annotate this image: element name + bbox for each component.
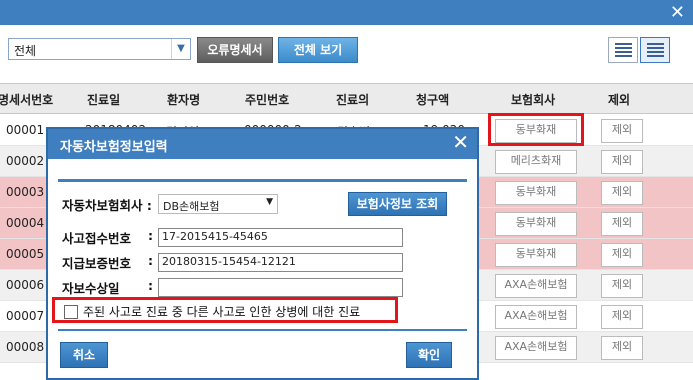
insurer-query-button[interactable]: 보험사정보 조회 bbox=[348, 192, 447, 216]
colon: : bbox=[148, 278, 153, 293]
cell-no: 00005 bbox=[6, 247, 45, 261]
exclude-button[interactable]: 제외 bbox=[601, 274, 643, 298]
filter-select[interactable]: 전체 ▼ bbox=[8, 38, 191, 60]
error-statement-button[interactable]: 오류명세서 bbox=[197, 37, 273, 63]
cell-no: 00008 bbox=[6, 340, 45, 354]
loss-date-label: 자보수상일 bbox=[62, 281, 120, 296]
auto-insurance-dialog: 자동차보험정보입력 ✕ 자동차보험회사 : DB손해보험 ▼ 보험사정보 조회 … bbox=[46, 127, 479, 380]
exclude-button[interactable]: 제외 bbox=[601, 243, 643, 267]
dialog-title-bar: 자동차보험정보입력 ✕ bbox=[48, 129, 477, 159]
insurer-button[interactable]: 동부화재 bbox=[495, 243, 577, 267]
window-close-icon[interactable]: ✕ bbox=[670, 2, 685, 23]
chevron-down-icon[interactable]: ▼ bbox=[171, 39, 190, 59]
insurer-button[interactable]: 메리츠화재 bbox=[495, 150, 577, 174]
exclude-button[interactable]: 제외 bbox=[601, 212, 643, 236]
exclude-button[interactable]: 제외 bbox=[601, 305, 643, 329]
insurer-select-value: DB손해보험 bbox=[163, 200, 220, 213]
insurer-button[interactable]: 동부화재 bbox=[495, 181, 577, 205]
exclude-button[interactable]: 제외 bbox=[601, 336, 643, 360]
insurer-label: 자동차보험회사 : bbox=[62, 198, 152, 213]
cell-no: 00001 bbox=[6, 123, 45, 137]
col-rrn: 주민번호 bbox=[245, 93, 290, 107]
col-amount: 청구액 bbox=[416, 93, 450, 107]
exclude-button[interactable]: 제외 bbox=[601, 119, 643, 143]
window-title-bar bbox=[0, 0, 693, 25]
cell-no: 00006 bbox=[6, 278, 45, 292]
insurer-button[interactable]: AXA손해보험 bbox=[495, 274, 577, 298]
divider bbox=[58, 329, 467, 331]
col-date: 진료일 bbox=[87, 93, 121, 107]
checkbox-highlight-box: 주된 사고로 진료 중 다른 사고로 인한 상병에 대한 진료 bbox=[52, 297, 398, 323]
table-header: 명세서번호 진료일 환자명 주민번호 진료의 청구액 보험회사 제외 bbox=[0, 83, 693, 114]
list-view-icon[interactable] bbox=[608, 37, 638, 63]
cell-no: 00002 bbox=[6, 154, 45, 168]
other-accident-checkbox[interactable] bbox=[64, 305, 78, 319]
insurer-button[interactable]: 동부화재 bbox=[495, 212, 577, 236]
loss-date-field[interactable] bbox=[158, 278, 403, 297]
filter-select-value: 전체 bbox=[14, 44, 37, 58]
accident-no-label: 사고접수번호 bbox=[62, 231, 132, 246]
cell-no: 00007 bbox=[6, 309, 45, 323]
colon: : bbox=[148, 253, 153, 268]
col-exclude: 제외 bbox=[608, 93, 631, 107]
col-insurer: 보험회사 bbox=[511, 93, 556, 107]
colon: : bbox=[148, 228, 153, 243]
payment-no-field[interactable]: 20180315-15454-12121 bbox=[158, 253, 403, 272]
cell-no: 00004 bbox=[6, 216, 45, 230]
exclude-button[interactable]: 제외 bbox=[601, 150, 643, 174]
detail-view-icon[interactable] bbox=[640, 37, 670, 63]
other-accident-checkbox-label[interactable]: 주된 사고로 진료 중 다른 사고로 인한 상병에 대한 진료 bbox=[83, 303, 360, 320]
dialog-title: 자동차보험정보입력 bbox=[60, 140, 168, 155]
dialog-close-icon[interactable]: ✕ bbox=[452, 130, 469, 154]
show-all-button[interactable]: 전체 보기 bbox=[278, 37, 358, 63]
exclude-button[interactable]: 제외 bbox=[601, 181, 643, 205]
insurer-highlight-box bbox=[488, 113, 584, 146]
insurer-button[interactable]: AXA손해보험 bbox=[495, 336, 577, 360]
cancel-button[interactable]: 취소 bbox=[60, 342, 108, 368]
divider bbox=[58, 179, 467, 182]
cell-no: 00003 bbox=[6, 185, 45, 199]
caret-down-icon: ▼ bbox=[266, 197, 273, 207]
insurer-button[interactable]: AXA손해보험 bbox=[495, 305, 577, 329]
col-patient: 환자명 bbox=[167, 93, 201, 107]
col-statement-no: 명세서번호 bbox=[0, 93, 54, 107]
payment-no-label: 지급보증번호 bbox=[62, 256, 132, 271]
col-doctor: 진료의 bbox=[336, 93, 370, 107]
ok-button[interactable]: 확인 bbox=[406, 342, 452, 368]
accident-no-field[interactable]: 17-2015415-45465 bbox=[158, 228, 403, 247]
insurer-select[interactable]: DB손해보험 ▼ bbox=[158, 194, 278, 214]
